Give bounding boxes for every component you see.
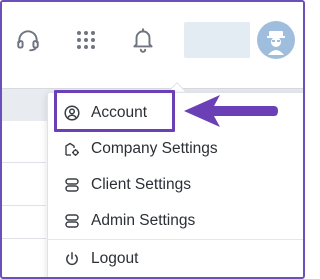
server-icon bbox=[64, 177, 80, 193]
background-divider bbox=[2, 205, 46, 206]
company-settings-icon bbox=[64, 141, 80, 157]
menu-item-logout[interactable]: Logout bbox=[48, 241, 303, 277]
avatar[interactable] bbox=[257, 21, 295, 59]
menu-item-client-settings[interactable]: Client Settings bbox=[48, 167, 303, 203]
search-box[interactable] bbox=[184, 22, 250, 58]
account-dropdown-menu: Account Company Settings Client Settings… bbox=[47, 92, 303, 277]
background-divider bbox=[2, 238, 46, 239]
menu-item-label: Company Settings bbox=[91, 140, 218, 157]
menu-item-account[interactable]: Account bbox=[48, 95, 303, 131]
background-divider bbox=[2, 162, 46, 163]
menu-item-label: Client Settings bbox=[91, 176, 191, 193]
account-circle-icon bbox=[64, 105, 80, 121]
menu-item-label: Admin Settings bbox=[91, 212, 196, 229]
headset-icon[interactable] bbox=[12, 24, 44, 56]
menu-divider bbox=[48, 239, 303, 240]
bell-icon[interactable] bbox=[126, 22, 160, 58]
top-bar bbox=[2, 2, 303, 80]
power-icon bbox=[64, 251, 80, 267]
screenshot-frame: Account Company Settings Client Settings… bbox=[0, 0, 305, 279]
menu-item-admin-settings[interactable]: Admin Settings bbox=[48, 203, 303, 239]
menu-item-label: Account bbox=[91, 104, 148, 121]
apps-grid-icon[interactable] bbox=[70, 24, 102, 56]
menu-item-company-settings[interactable]: Company Settings bbox=[48, 131, 303, 167]
server-icon bbox=[64, 213, 80, 229]
menu-item-label: Logout bbox=[91, 250, 139, 267]
